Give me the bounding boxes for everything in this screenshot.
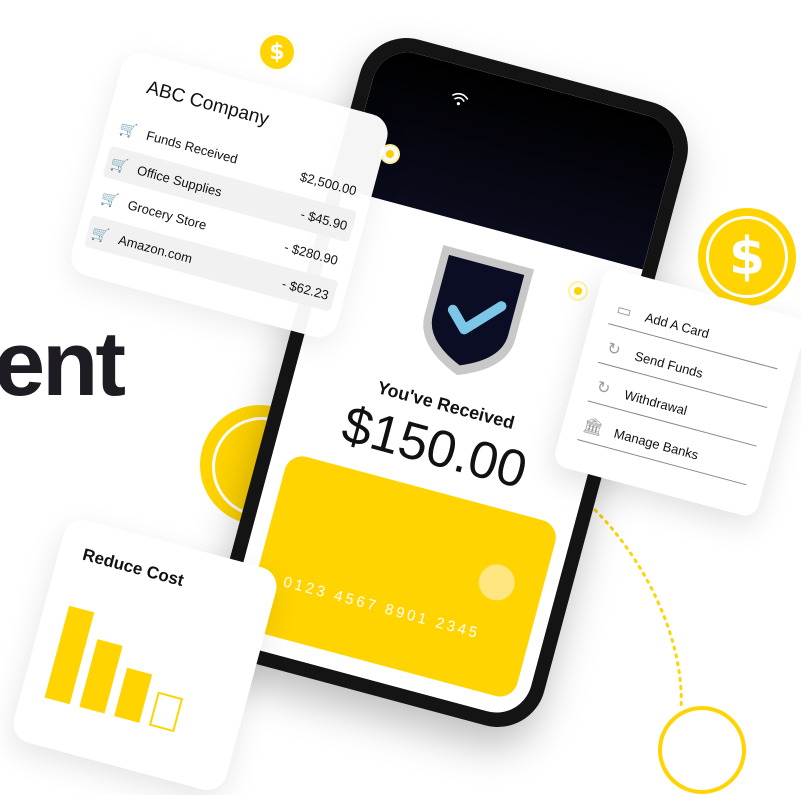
cost-bar — [79, 639, 123, 714]
dollar-coin-icon: $ — [257, 32, 297, 72]
dot-marker — [382, 146, 398, 162]
card-chip — [474, 560, 519, 605]
cost-bar — [148, 691, 184, 733]
dollar-coin-large-icon: $ — [698, 208, 796, 306]
cost-bar-chart — [44, 601, 216, 736]
headline-fragment: ent — [0, 313, 126, 415]
reduce-cost-title: Reduce Cost — [80, 544, 186, 591]
cost-bar — [114, 667, 153, 723]
dotted-curve — [593, 508, 683, 712]
wifi-icon — [448, 90, 470, 113]
card-number: 0123 4567 8901 2345 — [281, 573, 482, 643]
dot-marker — [570, 283, 586, 299]
shield-check-icon — [423, 245, 535, 376]
ring-decoration — [658, 706, 746, 794]
transactions-panel: ABC Company 🛒 Funds Received $2,500.00 🛒… — [66, 48, 393, 342]
